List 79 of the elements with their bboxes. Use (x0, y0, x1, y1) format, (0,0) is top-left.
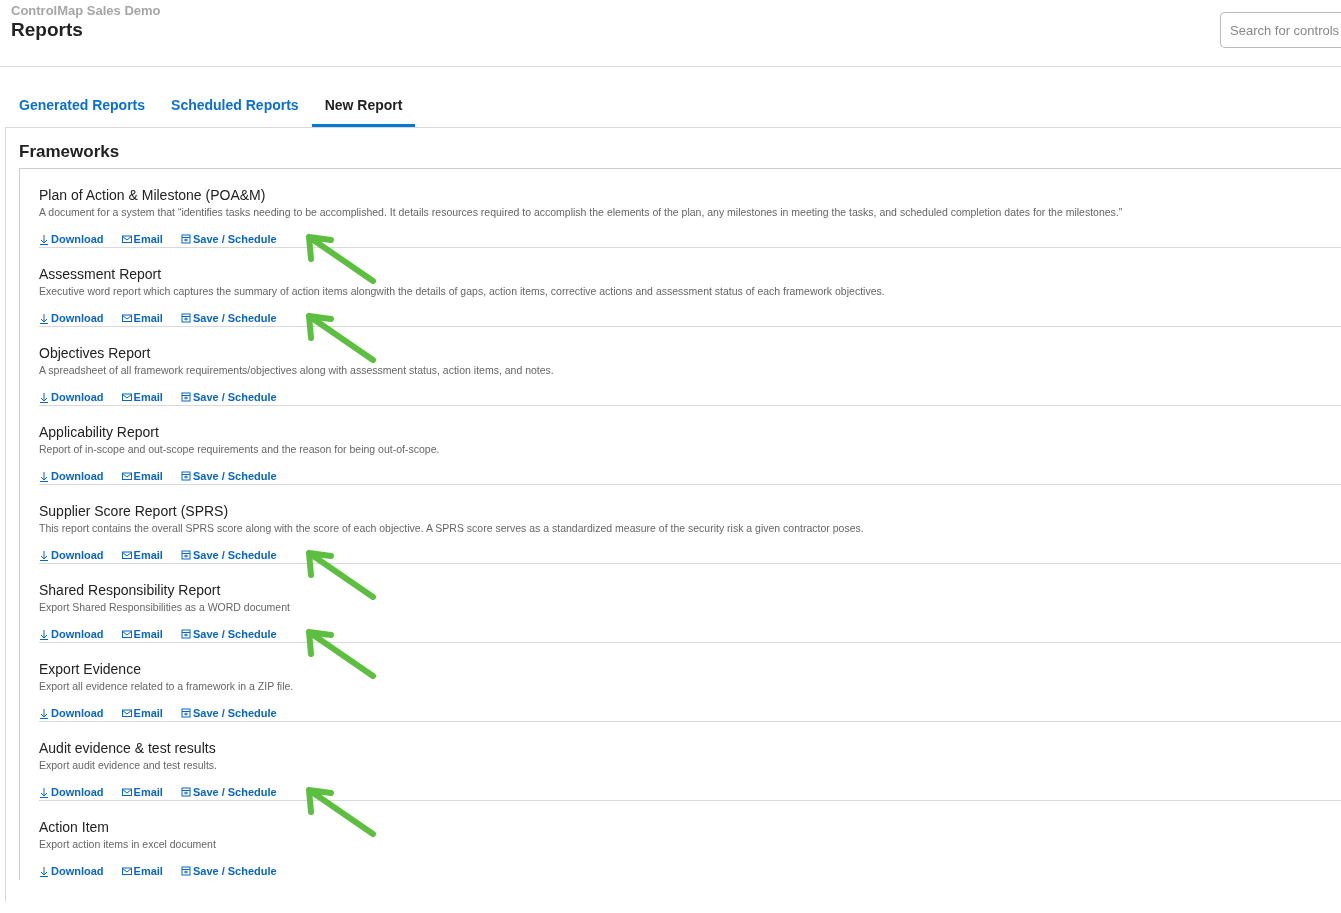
report-title: Export Evidence (39, 661, 142, 677)
envelope-icon (121, 628, 132, 640)
action-link[interactable]: Save / Schedule (180, 707, 277, 719)
action-link[interactable]: Email (121, 470, 163, 482)
download-icon (39, 865, 49, 877)
download-icon (39, 707, 49, 719)
report-title: Supplier Score Report (SPRS) (39, 503, 230, 519)
action-link[interactable]: Save / Schedule (180, 470, 277, 482)
report-title: Plan of Action & Milestone (POA&M) (39, 187, 267, 203)
calendar-icon (180, 865, 191, 877)
download-icon (39, 391, 49, 403)
action-link[interactable]: Email (121, 233, 163, 245)
report-description: Export Shared Responsibilities as a WORD document (39, 601, 291, 613)
action-link[interactable]: Email (121, 865, 163, 877)
workspace-name: ControlMap Sales Demo (11, 3, 161, 18)
envelope-icon (121, 470, 132, 482)
action-link[interactable]: Download (39, 391, 104, 403)
action-link[interactable]: Save / Schedule (180, 549, 277, 561)
envelope-icon (121, 391, 132, 403)
envelope-icon (121, 312, 132, 324)
report-title: Applicability Report (39, 424, 160, 440)
tab[interactable]: New Report (311, 93, 416, 127)
download-icon (39, 628, 49, 640)
search-field[interactable]: Search for controls (1220, 12, 1341, 48)
action-link[interactable]: Download (39, 470, 104, 482)
report-description: A spreadsheet of all framework requirements/objectives along with assessment status, action items, and notes. (39, 364, 555, 376)
calendar-icon (180, 470, 191, 482)
calendar-icon (180, 549, 191, 561)
action-link[interactable]: Email (121, 312, 163, 324)
envelope-icon (121, 865, 132, 877)
action-link[interactable]: Save / Schedule (180, 786, 277, 798)
envelope-icon (121, 549, 132, 561)
action-link[interactable]: Email (121, 707, 163, 719)
calendar-icon (180, 391, 191, 403)
report-description: Export all evidence related to a framework in a ZIP file. (39, 680, 295, 692)
envelope-icon (121, 786, 132, 798)
calendar-icon (180, 707, 191, 719)
action-link[interactable]: Download (39, 707, 104, 719)
page-title: Reports (11, 19, 84, 41)
action-link[interactable]: Save / Schedule (180, 233, 277, 245)
report-description: Export audit evidence and test results. (39, 759, 219, 771)
calendar-icon (180, 312, 191, 324)
report-title: Action Item (39, 819, 111, 835)
calendar-icon (180, 628, 191, 640)
report-title: Audit evidence & test results (39, 740, 217, 756)
calendar-icon (180, 233, 191, 245)
action-link[interactable]: Email (121, 549, 163, 561)
action-link[interactable]: Email (121, 786, 163, 798)
action-link[interactable]: Download (39, 865, 104, 877)
report-title: Assessment Report (39, 266, 163, 282)
action-link[interactable]: Save / Schedule (180, 312, 277, 324)
envelope-icon (121, 233, 132, 245)
report-description: Export action items in excel document (39, 838, 217, 850)
section-title: Frameworks (19, 142, 1341, 169)
action-link[interactable]: Email (121, 628, 163, 640)
calendar-icon (180, 786, 191, 798)
report-title: Objectives Report (39, 345, 152, 361)
report-description: Executive word report which captures the summary of action items alongwith the details of gaps, action items, corrective actions and assessment status of each framework objectives. (39, 285, 886, 297)
action-link[interactable]: Download (39, 312, 104, 324)
action-link[interactable]: Save / Schedule (180, 865, 277, 877)
action-link[interactable]: Download (39, 628, 104, 640)
report-description: Report of in-scope and out-scope requirements and the reason for being out-of-scope. (39, 443, 441, 455)
action-link[interactable]: Save / Schedule (180, 628, 277, 640)
report-title: Shared Responsibility Report (39, 582, 222, 598)
envelope-icon (121, 707, 132, 719)
action-link[interactable]: Save / Schedule (180, 391, 277, 403)
tab[interactable]: Scheduled Reports (158, 93, 312, 127)
action-link[interactable]: Download (39, 786, 104, 798)
action-link[interactable]: Download (39, 549, 104, 561)
download-icon (39, 549, 49, 561)
report-description: A document for a system that “identifies tasks needing to be accomplished. It details resources required to accomplish the elements of the plan, any milestones in meeting the tasks, and scheduled completion dates for the milestones.” (39, 206, 1124, 218)
download-icon (39, 312, 49, 324)
download-icon (39, 470, 49, 482)
tab[interactable]: Generated Reports (6, 93, 159, 127)
download-icon (39, 786, 49, 798)
report-description: This report contains the overall SPRS score along with the score of each objective. A SPRS score serves as a standardized measure of the security risk a given contractor poses. (39, 522, 865, 534)
action-link[interactable]: Download (39, 233, 104, 245)
download-icon (39, 233, 49, 245)
action-link[interactable]: Email (121, 391, 163, 403)
